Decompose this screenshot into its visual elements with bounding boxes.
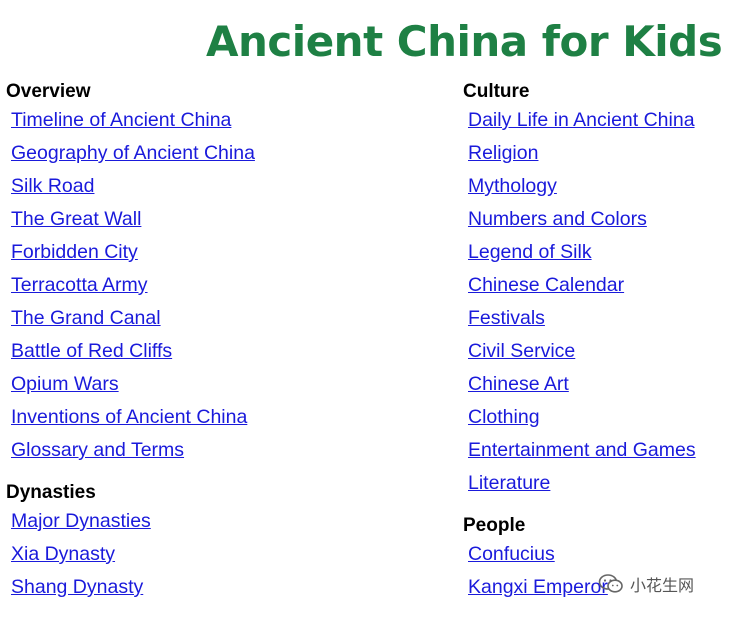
link-inventions[interactable]: Inventions of Ancient China	[11, 406, 247, 428]
list-item: Major Dynasties	[6, 505, 255, 538]
list-item: Inventions of Ancient China	[6, 401, 255, 434]
link-religion[interactable]: Religion	[468, 142, 538, 164]
list-item: Legend of Silk	[463, 236, 696, 269]
list-item: Civil Service	[463, 335, 696, 368]
list-item: The Great Wall	[6, 203, 255, 236]
dynasties-section: Dynasties Major Dynasties Xia Dynasty Sh…	[6, 481, 255, 604]
list-item: Festivals	[463, 302, 696, 335]
list-item: Entertainment and Games	[463, 434, 696, 467]
link-legend-of-silk[interactable]: Legend of Silk	[468, 241, 592, 263]
link-entertainment-games[interactable]: Entertainment and Games	[468, 439, 696, 461]
list-item: Battle of Red Cliffs	[6, 335, 255, 368]
link-geography[interactable]: Geography of Ancient China	[11, 142, 255, 164]
link-numbers-colors[interactable]: Numbers and Colors	[468, 208, 647, 230]
culture-link-list: Daily Life in Ancient China Religion Myt…	[463, 104, 696, 500]
list-item: Mythology	[463, 170, 696, 203]
list-item: Confucius	[463, 538, 696, 571]
link-civil-service[interactable]: Civil Service	[468, 340, 575, 362]
link-great-wall[interactable]: The Great Wall	[11, 208, 141, 230]
people-heading: People	[463, 515, 526, 536]
link-xia-dynasty[interactable]: Xia Dynasty	[11, 543, 115, 565]
list-item: Chinese Calendar	[463, 269, 696, 302]
link-literature[interactable]: Literature	[468, 472, 550, 494]
link-clothing[interactable]: Clothing	[468, 406, 540, 428]
overview-heading: Overview	[6, 81, 91, 102]
link-kangxi-emperor[interactable]: Kangxi Emperor	[468, 576, 608, 598]
link-major-dynasties[interactable]: Major Dynasties	[11, 510, 151, 532]
link-confucius[interactable]: Confucius	[468, 543, 555, 565]
link-forbidden-city[interactable]: Forbidden City	[11, 241, 138, 263]
list-item: Xia Dynasty	[6, 538, 255, 571]
list-item: Geography of Ancient China	[6, 137, 255, 170]
link-chinese-calendar[interactable]: Chinese Calendar	[468, 274, 624, 296]
list-item: The Grand Canal	[6, 302, 255, 335]
right-column: Culture Daily Life in Ancient China Reli…	[463, 80, 696, 618]
list-item: Religion	[463, 137, 696, 170]
link-red-cliffs[interactable]: Battle of Red Cliffs	[11, 340, 172, 362]
link-silk-road[interactable]: Silk Road	[11, 175, 94, 197]
list-item: Silk Road	[6, 170, 255, 203]
list-item: Shang Dynasty	[6, 571, 255, 604]
link-timeline[interactable]: Timeline of Ancient China	[11, 109, 231, 131]
overview-link-list: Timeline of Ancient China Geography of A…	[6, 104, 255, 467]
link-glossary[interactable]: Glossary and Terms	[11, 439, 184, 461]
overview-section: Overview Timeline of Ancient China Geogr…	[6, 80, 255, 467]
culture-heading: Culture	[463, 81, 530, 102]
list-item: Timeline of Ancient China	[6, 104, 255, 137]
wechat-icon	[598, 574, 623, 593]
link-shang-dynasty[interactable]: Shang Dynasty	[11, 576, 143, 598]
link-opium-wars[interactable]: Opium Wars	[11, 373, 119, 395]
culture-section: Culture Daily Life in Ancient China Reli…	[463, 80, 696, 500]
list-item: Numbers and Colors	[463, 203, 696, 236]
link-mythology[interactable]: Mythology	[468, 175, 557, 197]
link-grand-canal[interactable]: The Grand Canal	[11, 307, 161, 329]
list-item: Forbidden City	[6, 236, 255, 269]
link-chinese-art[interactable]: Chinese Art	[468, 373, 569, 395]
list-item: Glossary and Terms	[6, 434, 255, 467]
link-festivals[interactable]: Festivals	[468, 307, 545, 329]
watermark: 小花生网	[598, 572, 694, 596]
list-item: Chinese Art	[463, 368, 696, 401]
left-column: Overview Timeline of Ancient China Geogr…	[6, 80, 255, 618]
watermark-text: 小花生网	[630, 576, 695, 595]
dynasties-link-list: Major Dynasties Xia Dynasty Shang Dynast…	[6, 505, 255, 604]
list-item: Daily Life in Ancient China	[463, 104, 696, 137]
list-item: Terracotta Army	[6, 269, 255, 302]
dynasties-heading: Dynasties	[6, 482, 96, 503]
list-item: Opium Wars	[6, 368, 255, 401]
list-item: Clothing	[463, 401, 696, 434]
link-terracotta-army[interactable]: Terracotta Army	[11, 274, 148, 296]
page-title: Ancient China for Kids	[206, 17, 723, 66]
list-item: Literature	[463, 467, 696, 500]
link-daily-life[interactable]: Daily Life in Ancient China	[468, 109, 695, 131]
